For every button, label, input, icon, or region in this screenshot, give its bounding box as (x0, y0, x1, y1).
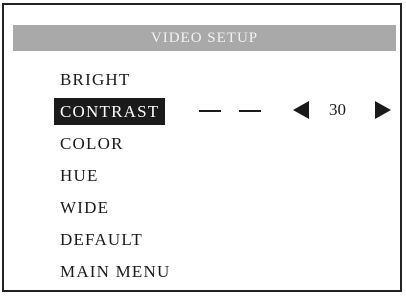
menu-item-color[interactable]: COLOR (54, 130, 176, 162)
menu-item-label: WIDE (60, 198, 110, 217)
dash-separator (239, 110, 261, 112)
menu-item-wide[interactable]: WIDE (54, 194, 176, 226)
menu-item-default[interactable]: DEFAULT (54, 226, 176, 258)
video-setup-menu: BRIGHT CONTRAST COLOR HUE WIDE DEFAULT M… (54, 66, 176, 290)
menu-item-label: DEFAULT (60, 230, 144, 249)
contrast-value: 30 (329, 100, 346, 119)
menu-item-label: COLOR (60, 134, 124, 153)
menu-item-label: MAIN MENU (60, 262, 171, 281)
menu-item-contrast[interactable]: CONTRAST (54, 98, 176, 130)
menu-item-label: BRIGHT (60, 70, 131, 89)
menu-title: VIDEO SETUP (13, 25, 396, 51)
arrow-right-icon[interactable] (375, 101, 391, 119)
menu-item-bright[interactable]: BRIGHT (54, 66, 176, 98)
menu-item-label: HUE (60, 166, 99, 185)
arrow-left-icon[interactable] (293, 101, 309, 119)
menu-item-hue[interactable]: HUE (54, 162, 176, 194)
menu-item-label: CONTRAST (54, 98, 166, 125)
menu-item-main-menu[interactable]: MAIN MENU (54, 258, 176, 290)
dash-separator (199, 110, 221, 112)
